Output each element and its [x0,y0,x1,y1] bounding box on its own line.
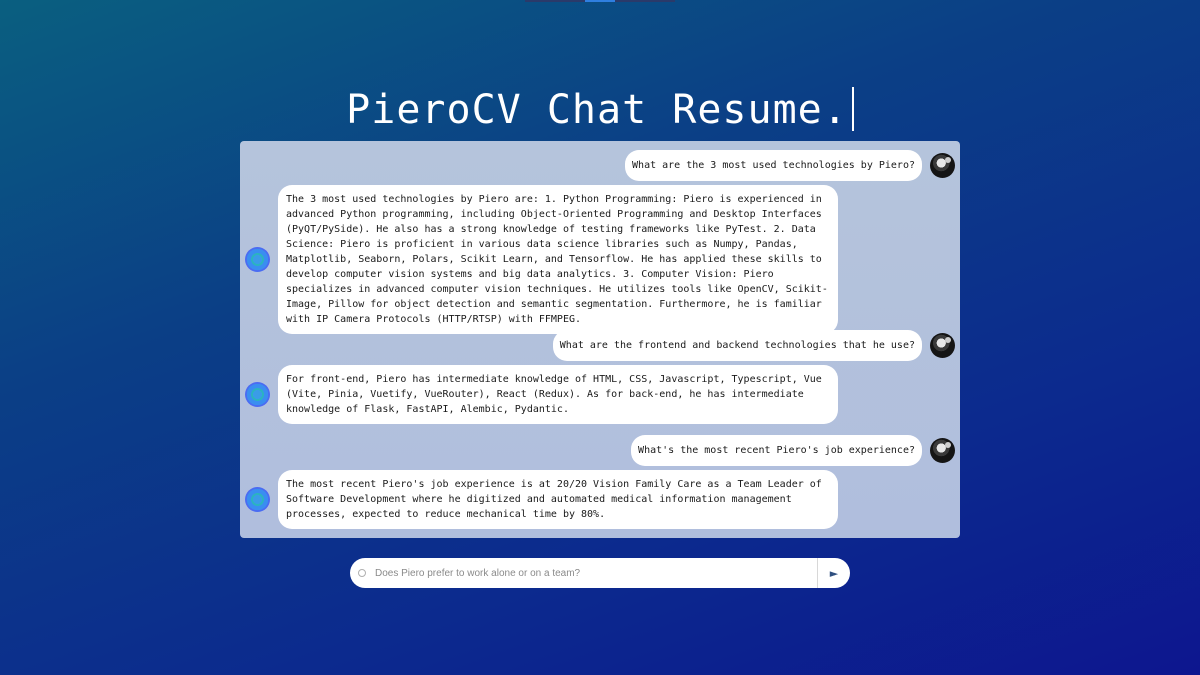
page-title-text: PieroCV Chat Resume. [346,87,848,133]
chat-input-bar: ► [350,558,850,588]
page-title: PieroCV Chat Resume. [0,82,1200,138]
user-message-row: What's the most recent Piero's job exper… [631,435,955,466]
bot-message-bubble: The most recent Piero's job experience i… [278,470,838,529]
user-message-bubble: What's the most recent Piero's job exper… [631,435,922,466]
top-tab-indicator [525,0,675,2]
user-message-bubble: What are the 3 most used technologies by… [625,150,922,181]
user-avatar [930,438,955,463]
bot-message-bubble: The 3 most used technologies by Piero ar… [278,185,838,334]
send-button[interactable]: ► [817,558,850,588]
user-avatar [930,153,955,178]
bot-message-row: For front-end, Piero has intermediate kn… [245,365,838,424]
typing-caret [851,87,854,131]
bot-avatar-icon [245,382,270,407]
chat-input[interactable] [373,558,817,588]
user-message-row: What are the frontend and backend techno… [552,330,955,361]
active-tab-indicator [585,0,615,2]
user-message-bubble: What are the frontend and backend techno… [552,330,922,361]
bot-message-row: The 3 most used technologies by Piero ar… [245,185,838,334]
bot-message-row: The most recent Piero's job experience i… [245,470,838,529]
input-status-icon [358,569,366,577]
user-avatar [930,333,955,358]
bot-avatar-icon [245,247,270,272]
send-icon: ► [829,566,839,580]
user-message-row: What are the 3 most used technologies by… [625,150,955,181]
chat-panel[interactable]: What are the 3 most used technologies by… [240,141,960,538]
bot-avatar-icon [245,487,270,512]
bot-message-bubble: For front-end, Piero has intermediate kn… [278,365,838,424]
